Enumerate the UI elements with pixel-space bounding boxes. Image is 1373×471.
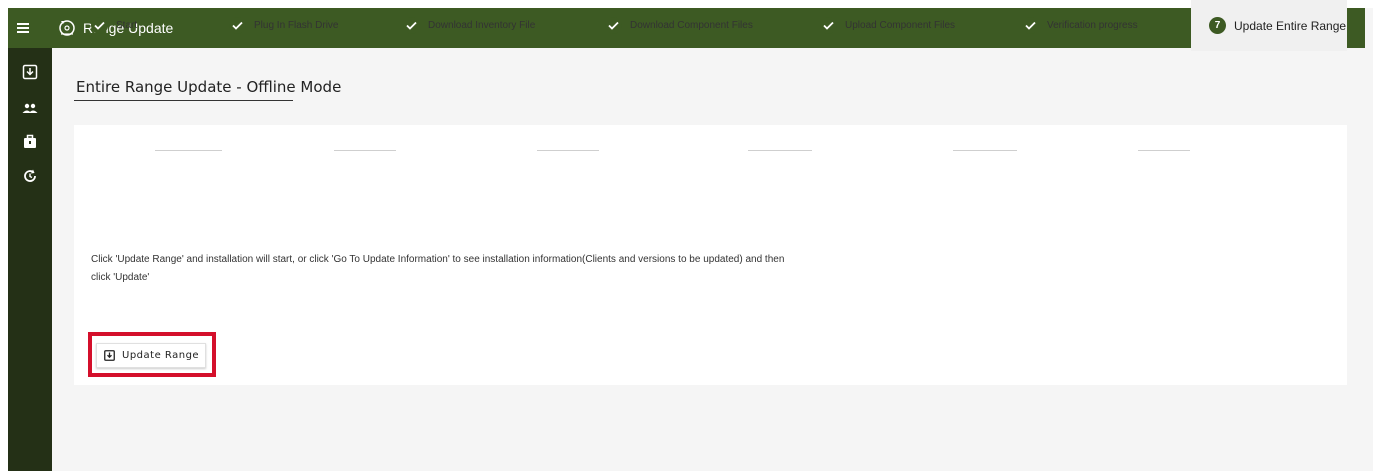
update-range-button[interactable]: Update Range [96,343,206,368]
step-start[interactable]: Start [91,0,137,51]
download-box-icon [104,350,115,361]
step-download-inventory-file[interactable]: Download Inventory File [403,0,535,51]
download-box-icon[interactable] [20,62,40,82]
stepper-connector [334,150,396,151]
step-label: Start [116,20,138,31]
range-update-icon [56,17,78,39]
step-label: Download Component Files [630,20,753,31]
step-label: Verification progress [1047,20,1138,31]
step-download-component-files[interactable]: Download Component Files [605,0,753,51]
instruction-line: Click 'Update Range' and installation wi… [91,254,785,265]
step-number-badge: 7 [1209,17,1226,34]
step-verification-progress[interactable]: Verification progress [1022,0,1138,51]
screen-border-left [0,0,8,471]
step-update-entire-range[interactable]: 7 Update Entire Range [1191,0,1347,51]
update-range-button-label: Update Range [122,350,200,361]
step-upload-component-files[interactable]: Upload Component Files [820,0,955,51]
instruction-line: click 'Update' [91,272,150,283]
step-label: Download Inventory File [428,20,536,31]
briefcase-icon[interactable] [20,132,40,152]
check-circle-icon [403,17,420,34]
step-plug-in-flash-drive[interactable]: Plug In Flash Drive [229,0,338,51]
stepper-connector [1138,150,1190,151]
step-label: Upload Component Files [845,20,956,31]
stepper-connector [953,150,1017,151]
check-circle-icon [1022,17,1039,34]
stepper-connector [537,150,599,151]
instruction-text: Click 'Update Range' and installation wi… [91,251,871,287]
people-icon[interactable] [20,98,40,118]
history-icon[interactable] [20,166,40,186]
step-label: Plug In Flash Drive [254,20,339,31]
step-label: Update Entire Range [1234,18,1347,33]
title-underline [74,100,293,101]
check-circle-icon [91,17,108,34]
stepper-connector [748,150,812,151]
check-circle-icon [605,17,622,34]
sidebar [8,48,52,471]
check-circle-icon [229,17,246,34]
page-title: Entire Range Update - Offline Mode [76,78,342,96]
stepper-connector [155,150,222,151]
hamburger-menu-icon[interactable] [12,16,36,40]
check-circle-icon [820,17,837,34]
